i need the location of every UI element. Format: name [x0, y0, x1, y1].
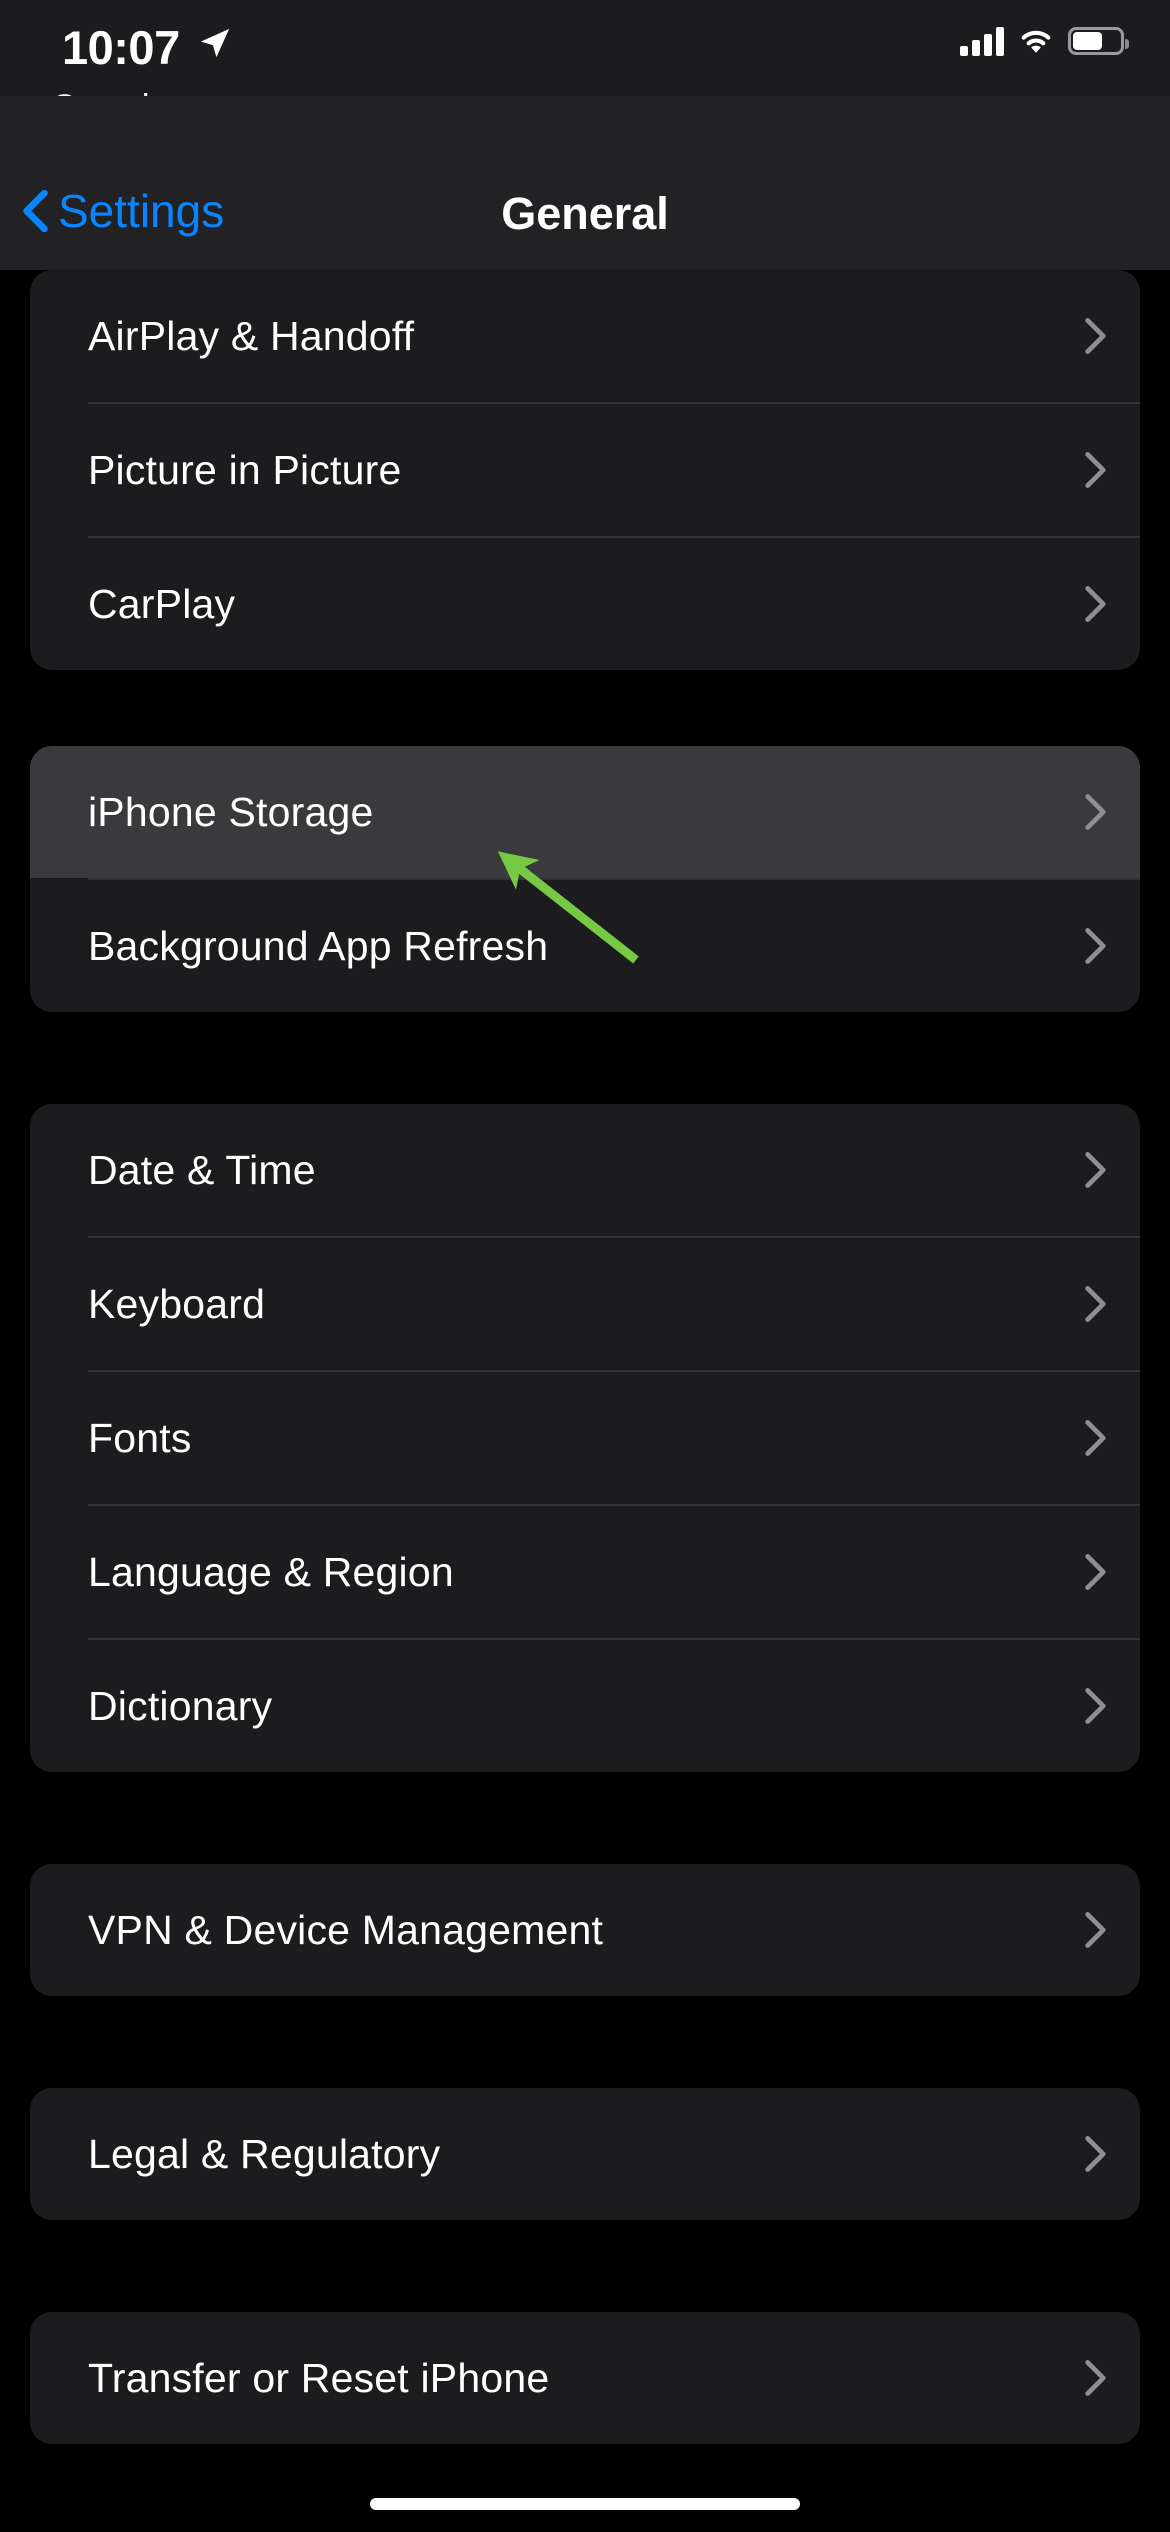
chevron-right-icon [1085, 1688, 1106, 1724]
wifi-icon [1021, 30, 1051, 53]
chevron-right-icon [1085, 2136, 1106, 2172]
settings-row-picture-in-picture[interactable]: Picture in Picture [30, 404, 1140, 536]
chevron-right-icon [1085, 1554, 1106, 1590]
chevron-right-icon [1085, 2360, 1106, 2396]
settings-row-keyboard[interactable]: Keyboard [30, 1238, 1140, 1370]
status-bar: 10:07 [0, 0, 1170, 96]
settings-row-label: CarPlay [88, 580, 236, 627]
status-bar-indicators [960, 26, 1129, 56]
chevron-right-icon [1085, 928, 1106, 964]
settings-group-reset: Transfer or Reset iPhone [30, 2312, 1140, 2444]
chevron-right-icon [1085, 1420, 1106, 1456]
settings-row-label: Language & Region [88, 1548, 454, 1595]
settings-group-storage: iPhone Storage Background App Refresh [30, 746, 1140, 1012]
settings-row-label: iPhone Storage [88, 788, 374, 835]
settings-row-label: Dictionary [88, 1682, 273, 1729]
chevron-right-icon [1085, 1152, 1106, 1188]
location-arrow-icon [200, 28, 230, 58]
settings-group-media: AirPlay & Handoff Picture in Picture CarPl… [30, 270, 1140, 670]
settings-row-vpn-device-management[interactable]: VPN & Device Management [30, 1864, 1140, 1996]
chevron-right-icon [1085, 586, 1106, 622]
settings-group-legal: Legal & Regulatory [30, 2088, 1140, 2220]
status-bar-clock: 10:07 [62, 21, 180, 74]
settings-row-dictionary[interactable]: Dictionary [30, 1640, 1140, 1772]
settings-row-label: Keyboard [88, 1280, 266, 1327]
settings-row-fonts[interactable]: Fonts [30, 1372, 1140, 1504]
chevron-right-icon [1085, 452, 1106, 488]
cellular-signal-icon [960, 26, 1004, 56]
settings-row-label: Fonts [88, 1414, 192, 1461]
settings-row-date-time[interactable]: Date & Time [30, 1104, 1140, 1236]
settings-row-label: Date & Time [88, 1146, 316, 1193]
settings-row-carplay[interactable]: CarPlay [30, 538, 1140, 670]
page-title: General [501, 188, 669, 239]
chevron-right-icon [1085, 318, 1106, 354]
settings-row-airplay-handoff[interactable]: AirPlay & Handoff [30, 270, 1140, 402]
settings-row-iphone-storage[interactable]: iPhone Storage [30, 746, 1140, 878]
navigation-bar: Settings General [0, 96, 1170, 270]
settings-row-label: Transfer or Reset iPhone [88, 2354, 550, 2401]
iphone-settings-general-screen: 10:07 Search Settings [0, 0, 1170, 2532]
settings-row-label: AirPlay & Handoff [88, 312, 415, 359]
battery-icon [1068, 27, 1129, 55]
settings-row-label: Legal & Regulatory [88, 2130, 441, 2177]
settings-row-label: VPN & Device Management [88, 1906, 604, 1953]
settings-row-label: Picture in Picture [88, 446, 402, 493]
settings-row-legal-regulatory[interactable]: Legal & Regulatory [30, 2088, 1140, 2220]
settings-row-background-app-refresh[interactable]: Background App Refresh [30, 880, 1140, 1012]
chevron-right-icon [1085, 1912, 1106, 1948]
settings-row-language-region[interactable]: Language & Region [30, 1506, 1140, 1638]
chevron-right-icon [1085, 1286, 1106, 1322]
home-indicator[interactable] [370, 2498, 800, 2510]
chevron-right-icon [1085, 794, 1106, 830]
settings-list[interactable]: AirPlay & Handoff Picture in Picture CarPl… [0, 270, 1170, 2444]
settings-group-localization: Date & Time Keyboard Fonts Language & Regio… [30, 1104, 1140, 1772]
settings-row-label: Background App Refresh [88, 922, 549, 969]
settings-row-transfer-or-reset-iphone[interactable]: Transfer or Reset iPhone [30, 2312, 1140, 2444]
settings-group-management: VPN & Device Management [30, 1864, 1140, 1996]
